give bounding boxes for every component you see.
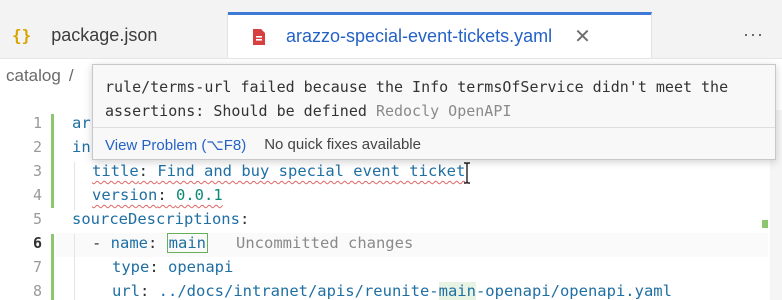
- git-change-bar[interactable]: [51, 114, 54, 208]
- yaml-key: version: [92, 186, 158, 204]
- code-line-5: sourceDescriptions:: [72, 210, 250, 228]
- yaml-file-icon: [253, 28, 265, 45]
- breadcrumb-separator: /: [68, 66, 74, 85]
- yaml-key: sourceDescriptions: [72, 210, 240, 228]
- selected-word[interactable]: main: [166, 233, 208, 253]
- code-line-8: url: ../docs/intranet/apis/reunite-main-…: [112, 282, 672, 300]
- yaml-value: ../docs/intranet/apis/reunite-: [158, 282, 439, 300]
- blame-annotation: Uncommitted changes: [236, 234, 414, 252]
- code-line-4: version: 0.0.1: [92, 186, 223, 204]
- no-quick-fixes-label: No quick fixes available: [264, 136, 421, 153]
- yaml-key: ar: [72, 114, 91, 132]
- view-problem-link[interactable]: View Problem (⌥F8): [105, 136, 246, 154]
- editor-tab-bar: {} package.json arazzo-special-event-tic…: [0, 0, 782, 59]
- yaml-key: url: [112, 282, 140, 300]
- line-number: 5: [32, 210, 42, 228]
- hover-actions: View Problem (⌥F8) No quick fixes availa…: [93, 127, 775, 161]
- tab-label: arazzo-special-event-tickets.yaml: [286, 26, 553, 46]
- problem-message: rule/terms-url failed because the Info t…: [105, 75, 765, 123]
- tab-package-json[interactable]: {} package.json: [0, 12, 228, 58]
- json-braces-icon: {}: [12, 25, 32, 45]
- code-line-6: - name: main Uncommitted changes: [92, 233, 414, 253]
- problem-hover-popup: rule/terms-url failed because the Info t…: [92, 64, 776, 160]
- problem-source: Redocly OpenAPI: [375, 102, 512, 120]
- yaml-value: openapi: [168, 258, 234, 276]
- yaml-value: Find and buy special event ticket: [157, 162, 466, 180]
- indent-guide: [74, 162, 75, 210]
- yaml-key: title: [92, 162, 139, 180]
- text-cursor-icon: [464, 162, 470, 184]
- code-line-2: in: [72, 138, 91, 156]
- yaml-dash: -: [92, 234, 111, 252]
- indent-guide: [74, 234, 75, 300]
- line-number: 1: [32, 114, 42, 132]
- code-line-1: ar: [72, 114, 91, 132]
- line-number: 2: [32, 138, 42, 156]
- tab-label: package.json: [51, 24, 158, 45]
- yaml-key: name: [110, 234, 148, 252]
- line-number: 3: [32, 162, 42, 180]
- yaml-value: 0.0.1: [176, 186, 223, 204]
- code-line-3: title: Find and buy special event ticket: [92, 162, 466, 180]
- yaml-key: in: [72, 138, 91, 156]
- line-number-active: 6: [32, 234, 42, 252]
- tab-arazzo-yaml[interactable]: arazzo-special-event-tickets.yaml ✕: [228, 12, 652, 58]
- word-highlight: main: [438, 282, 476, 300]
- yaml-key: type: [112, 258, 150, 276]
- close-icon[interactable]: ✕: [574, 24, 591, 49]
- git-change-bar[interactable]: [51, 234, 54, 300]
- breadcrumb: catalog /: [6, 66, 74, 86]
- more-actions-icon[interactable]: ···: [743, 24, 764, 45]
- yaml-value: -openapi/openapi.yaml: [475, 282, 672, 300]
- code-line-7: type: openapi: [112, 258, 234, 276]
- line-number: 8: [32, 282, 42, 300]
- overview-ruler-mark: [762, 220, 768, 228]
- breadcrumb-item-catalog[interactable]: catalog: [6, 66, 61, 85]
- line-number: 7: [32, 258, 42, 276]
- line-number: 4: [32, 186, 42, 204]
